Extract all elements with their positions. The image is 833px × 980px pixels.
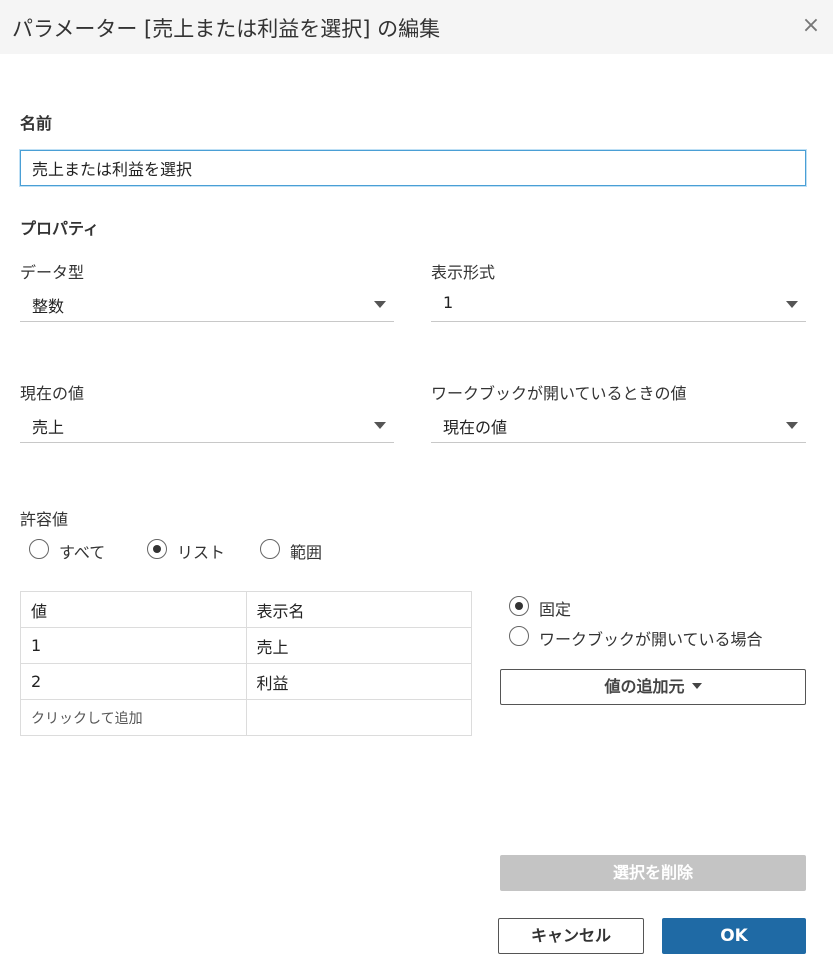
data-type-select[interactable]: 整数 (20, 286, 394, 322)
empty-cell[interactable] (245, 699, 472, 736)
column-header-value: 値 (20, 591, 247, 628)
name-section-label: 名前 (20, 114, 53, 133)
cell-display-name[interactable]: 売上 (245, 627, 472, 664)
dropdown-arrow-icon (786, 301, 798, 308)
radio-all-label: すべて (59, 543, 106, 562)
radio-when-workbook-opens-label: ワークブックが開いている場合 (539, 630, 763, 649)
table-row[interactable]: 1 売上 (20, 627, 472, 664)
dialog-title: パラメーター [売上または利益を選択] の編集 (12, 17, 441, 41)
table-add-row[interactable]: クリックして追加 (20, 699, 472, 736)
dropdown-arrow-icon (374, 301, 386, 308)
display-format-value: 1 (443, 293, 454, 312)
data-type-value: 整数 (32, 297, 65, 316)
radio-list-circle (147, 539, 167, 559)
current-value-select[interactable]: 売上 (20, 407, 394, 443)
radio-list-label: リスト (177, 543, 226, 562)
data-type-label: データ型 (20, 263, 85, 282)
close-icon[interactable]: × (799, 12, 823, 40)
radio-fixed-circle (509, 596, 529, 616)
dialog-title-bar: パラメーター [売上または利益を選択] の編集 × (0, 0, 833, 54)
display-format-select[interactable]: 1 (431, 286, 806, 322)
parameter-name-input[interactable] (20, 150, 806, 186)
radio-when-workbook-opens-circle (509, 626, 529, 646)
cell-display-name[interactable]: 利益 (245, 663, 472, 700)
display-format-label: 表示形式 (431, 263, 496, 282)
radio-fixed[interactable]: 固定 (509, 595, 629, 619)
add-values-from-button[interactable]: 値の追加元 (500, 669, 806, 705)
chevron-down-icon (691, 682, 702, 689)
radio-when-workbook-opens[interactable]: ワークブックが開いている場合 (509, 625, 769, 649)
cell-value[interactable]: 1 (20, 627, 247, 664)
allowable-values-label: 許容値 (20, 510, 69, 529)
current-value-label: 現在の値 (20, 384, 85, 403)
click-to-add-cell[interactable]: クリックして追加 (20, 699, 247, 736)
table-header-row: 値 表示名 (20, 591, 472, 628)
values-list-table: 値 表示名 1 売上 2 利益 クリックして追加 (20, 591, 472, 736)
workbook-open-value-select[interactable]: 現在の値 (431, 407, 806, 443)
delete-selection-button[interactable]: 選択を削除 (500, 855, 806, 891)
cell-value[interactable]: 2 (20, 663, 247, 700)
add-values-from-label: 値の追加元 (604, 677, 685, 696)
radio-all[interactable]: すべて (29, 538, 119, 562)
cancel-button[interactable]: キャンセル (498, 918, 644, 954)
current-value-value: 売上 (32, 418, 65, 437)
radio-fixed-label: 固定 (539, 600, 572, 619)
radio-all-circle (29, 539, 49, 559)
properties-section-label: プロパティ (20, 219, 100, 238)
table-row[interactable]: 2 利益 (20, 663, 472, 700)
dropdown-arrow-icon (786, 422, 798, 429)
column-header-display-name: 表示名 (245, 591, 472, 628)
dropdown-arrow-icon (374, 422, 386, 429)
radio-range-circle (260, 539, 280, 559)
workbook-open-value-label: ワークブックが開いているときの値 (431, 384, 687, 403)
radio-range[interactable]: 範囲 (260, 538, 340, 562)
ok-button[interactable]: OK (662, 918, 806, 954)
radio-range-label: 範囲 (290, 543, 323, 562)
workbook-open-value-value: 現在の値 (443, 418, 508, 437)
radio-list[interactable]: リスト (147, 538, 237, 562)
